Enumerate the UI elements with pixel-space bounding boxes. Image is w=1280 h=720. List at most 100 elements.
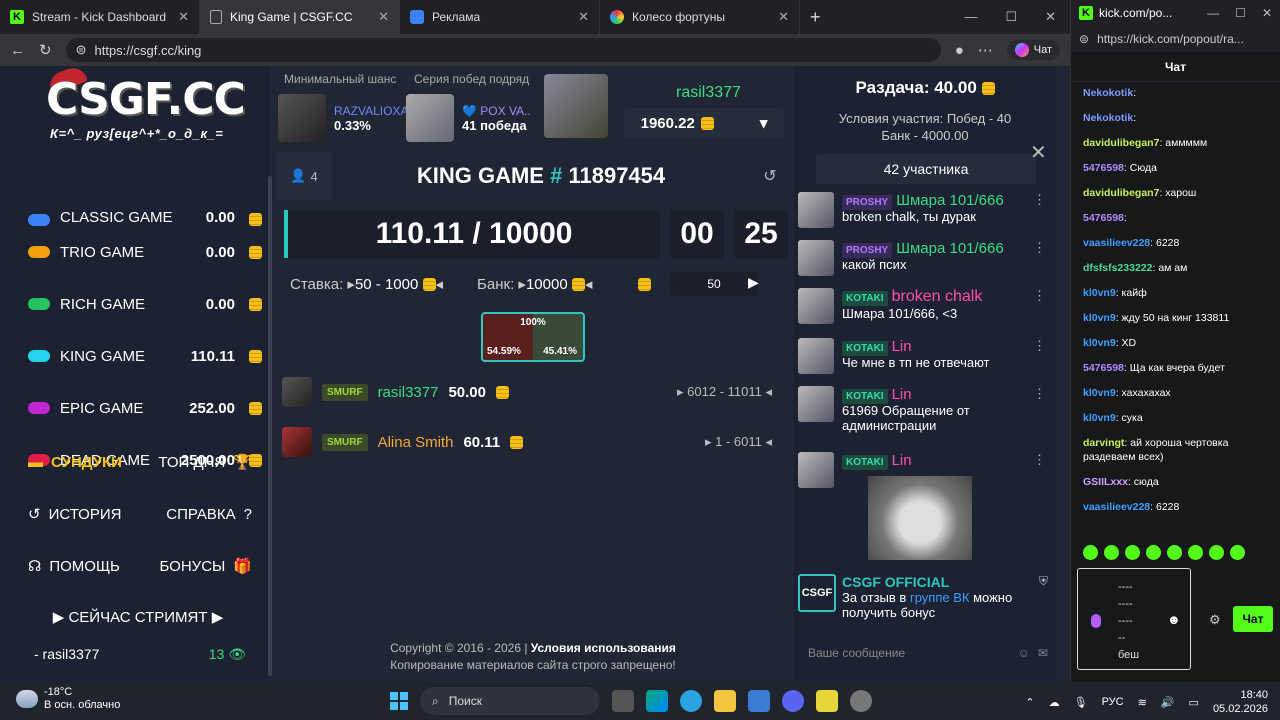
chat-username[interactable]: Lin — [892, 452, 912, 469]
weather-widget[interactable]: -18°C В осн. облачно — [16, 686, 120, 712]
emoji-icon[interactable]: ☻ — [1167, 612, 1181, 627]
site-info-icon[interactable]: ⊜ — [76, 42, 87, 58]
tab-king-game[interactable]: King Game | CSGF.CC ✕ — [200, 0, 400, 34]
emote-icon[interactable] — [1209, 545, 1224, 560]
more-icon[interactable]: ⋮ — [1033, 452, 1046, 488]
more-icon[interactable]: ⋮ — [1033, 288, 1046, 324]
streak-card[interactable]: 💙 POX VA.. 41 победа — [406, 94, 531, 142]
streamer-row[interactable]: - rasil3377 13 👁 — [34, 646, 246, 663]
chevron-down-icon[interactable]: ▾ — [760, 114, 768, 132]
bettor-name[interactable]: Alina Smith — [378, 434, 454, 451]
app-icon[interactable] — [816, 690, 838, 712]
discord-icon[interactable] — [782, 690, 804, 712]
more-icon[interactable]: ⋮ — [1033, 386, 1046, 433]
kick-username[interactable]: kl0vn9 — [1083, 312, 1116, 324]
terms-link[interactable]: Условия использования — [531, 641, 676, 655]
chat-input[interactable]: Ваше сообщение — [808, 646, 1010, 660]
taskbar-search[interactable]: ⌕ Поиск — [420, 687, 600, 715]
sidebar-item-game[interactable]: RICH GAME 0.00 — [14, 278, 262, 330]
chat-username[interactable]: Шмара 101/666 — [896, 240, 1003, 257]
kick-username[interactable]: darvingt — [1083, 437, 1124, 449]
kick-username[interactable]: Nekokotik — [1083, 112, 1133, 124]
folder-icon[interactable] — [714, 690, 736, 712]
chests-link[interactable]: ▬ СУНДУКИ — [28, 454, 122, 471]
battery-icon[interactable]: ▭ — [1189, 696, 1199, 709]
history-icon[interactable]: ↺ — [750, 152, 790, 200]
reload-icon[interactable]: ↻ — [39, 41, 52, 59]
balance[interactable]: 1960.22 ▾ — [624, 108, 784, 138]
mic-icon[interactable] — [1091, 614, 1101, 628]
emote-icon[interactable] — [1188, 545, 1203, 560]
chat-username[interactable]: broken chalk — [892, 288, 983, 305]
emote-icon[interactable] — [1125, 545, 1140, 560]
kick-username[interactable]: davidulibegan7 — [1083, 137, 1159, 149]
emote-icon[interactable] — [1104, 545, 1119, 560]
kick-username[interactable]: kl0vn9 — [1083, 387, 1116, 399]
profile-icon[interactable]: ● — [955, 42, 964, 59]
chat-username[interactable]: Lin — [892, 386, 912, 403]
tab-ads[interactable]: Реклама ✕ — [400, 0, 600, 34]
gear-icon[interactable]: ⚙ — [1209, 612, 1221, 628]
kick-url-bar[interactable]: ⊜ https://kick.com/popout/ra... — [1071, 26, 1280, 52]
kick-username[interactable]: kl0vn9 — [1083, 287, 1116, 299]
windows-start-icon[interactable] — [390, 692, 408, 710]
clock[interactable]: 18:40 05.02.2026 — [1213, 688, 1268, 716]
minimize-icon[interactable]: — — [964, 9, 977, 25]
participants-count[interactable]: 42 участника — [816, 154, 1036, 184]
username[interactable]: rasil3377 — [676, 84, 741, 102]
volume-icon[interactable]: 🔊 — [1161, 696, 1175, 709]
sidebar-item-game[interactable]: EPIC GAME 252.00 — [14, 382, 262, 434]
sidebar-item-game[interactable]: KING GAME 110.11 — [14, 330, 262, 382]
help-ref-link[interactable]: СПРАВКА? — [166, 506, 252, 523]
close-tab-icon[interactable]: ✕ — [178, 9, 189, 25]
language-indicator[interactable]: РУС — [1102, 696, 1124, 708]
place-bet-icon[interactable]: ▶ — [748, 274, 759, 291]
menu-icon[interactable]: ⋯ — [978, 41, 993, 59]
copilot-button[interactable]: Чат — [1006, 40, 1060, 60]
kick-username[interactable]: vaasilieev228 — [1083, 237, 1150, 249]
support-link[interactable]: ☊ ПОМОЩЬ — [28, 557, 120, 576]
close-window-icon[interactable]: ✕ — [1045, 9, 1056, 25]
user-avatar[interactable] — [544, 74, 608, 138]
back-icon[interactable]: ← — [10, 42, 25, 59]
maximize-icon[interactable]: ☐ — [1235, 6, 1246, 20]
min-chance-card[interactable]: RAZVALIOXA 0.33% — [278, 94, 408, 142]
kick-username[interactable]: dfsfsfs233222 — [1083, 262, 1152, 274]
url-field[interactable]: ⊜ https://csgf.cc/king — [65, 38, 941, 62]
chat-username[interactable]: Шмара 101/666 — [896, 192, 1003, 209]
kick-username[interactable]: kl0vn9 — [1083, 412, 1116, 424]
kick-username[interactable]: kl0vn9 — [1083, 337, 1116, 349]
sidebar-item-game[interactable]: TRIO GAME 0.00 — [14, 226, 262, 278]
chat-username[interactable]: Lin — [892, 338, 912, 355]
emoji-icon[interactable]: ☺ — [1018, 646, 1030, 660]
close-tab-icon[interactable]: ✕ — [378, 9, 389, 25]
wifi-icon[interactable]: ≋ — [1138, 696, 1147, 709]
mic-icon[interactable]: 🎙 — [1074, 696, 1088, 709]
sidebar-scrollbar[interactable] — [268, 176, 272, 676]
site-logo[interactable]: CSGF.CC — [46, 74, 246, 125]
edge-icon[interactable] — [646, 690, 668, 712]
bet-amount-input[interactable]: 50 — [670, 272, 758, 296]
bonuses-link[interactable]: БОНУСЫ 🎁 — [159, 557, 252, 576]
close-tab-icon[interactable]: ✕ — [578, 9, 589, 25]
bettor-name[interactable]: rasil3377 — [378, 384, 439, 401]
close-icon[interactable]: ✕ — [1030, 140, 1047, 165]
kick-username[interactable]: vaasilieev228 — [1083, 501, 1150, 513]
kick-username[interactable]: 5476598 — [1083, 212, 1124, 224]
more-icon[interactable]: ⋮ — [1033, 240, 1046, 276]
cloud-tray-icon[interactable]: ☁ — [1049, 696, 1060, 709]
more-icon[interactable]: ⋮ — [1033, 192, 1046, 228]
chat-image[interactable] — [868, 476, 972, 560]
new-tab-icon[interactable]: + — [810, 7, 821, 28]
more-icon[interactable]: ⋮ — [1033, 338, 1046, 374]
tab-wheel[interactable]: Колесо фортуны ✕ — [600, 0, 800, 34]
top-day-link[interactable]: ТОП ДНЯ 🏆 — [158, 453, 252, 472]
emote-icon[interactable] — [1146, 545, 1161, 560]
maximize-icon[interactable]: ☐ — [1005, 9, 1017, 25]
telegram-icon[interactable] — [680, 690, 702, 712]
emote-icon[interactable] — [1083, 545, 1098, 560]
emote-icon[interactable] — [1230, 545, 1245, 560]
kick-username[interactable]: 5476598 — [1083, 362, 1124, 374]
kick-username[interactable]: davidulibegan7 — [1083, 187, 1159, 199]
history-link[interactable]: ↺ ИСТОРИЯ — [28, 505, 121, 524]
